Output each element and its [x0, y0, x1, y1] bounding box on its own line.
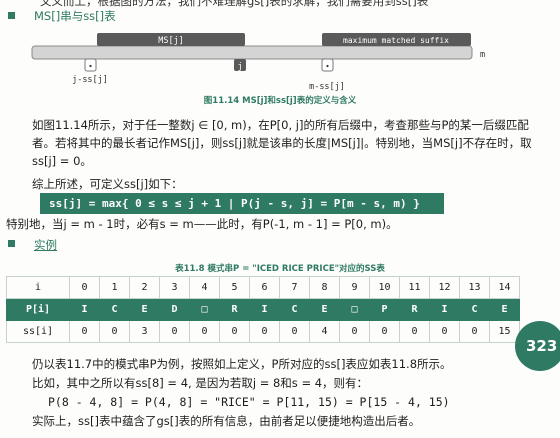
table-cell: R: [399, 298, 430, 321]
table-cell: 0: [219, 320, 250, 343]
table-cell: E: [489, 298, 520, 321]
row-header: ss[i]: [6, 320, 70, 343]
table-cell: 0: [429, 320, 460, 343]
table-cell: E: [309, 298, 340, 321]
formula-box: ss[j] = max{ 0 ≤ s ≤ j + 1 | P(j - s, j]…: [40, 193, 444, 214]
table-cell: I: [69, 298, 100, 321]
table-cell: P: [369, 298, 400, 321]
section-bullet-icon: [8, 240, 15, 247]
table-cell: □: [189, 298, 220, 321]
table-cell: 0: [369, 320, 400, 343]
paragraph-example-equation: P(8 - 4, 8] = P(4, 8] = "RICE" = P[11, 1…: [48, 395, 450, 409]
table-caption: 表11.8 模式串P = "ICED RICE PRICE"对应的SS表: [175, 264, 385, 274]
table-cell: C: [279, 298, 310, 321]
table-cell: 2: [129, 276, 160, 299]
table-cell: 8: [309, 276, 340, 299]
table-cell: 0: [339, 320, 370, 343]
table-cell: □: [339, 298, 370, 321]
table-cell: 0: [459, 320, 490, 343]
table-cell: 11: [399, 276, 430, 299]
table-cell: C: [459, 298, 490, 321]
table-cell: 0: [69, 276, 100, 299]
table-cell: 6: [249, 276, 280, 299]
table-cell: 0: [399, 320, 430, 343]
table-cell: R: [219, 298, 250, 321]
table-cell: I: [429, 298, 460, 321]
table-cell: 0: [279, 320, 310, 343]
table-cell: D: [159, 298, 190, 321]
m-label: m: [480, 50, 485, 60]
table-cell: 0: [159, 320, 190, 343]
paragraph-definition: 如图11.14所示，对于任一整数j ∈ [0, m)，在P[0, j]的所有后缀…: [32, 118, 532, 168]
table-cell: 1: [99, 276, 130, 299]
table-cell: 12: [429, 276, 460, 299]
table-cell: 9: [339, 276, 370, 299]
page-number-badge: 323: [515, 321, 560, 371]
paragraph-special-case: 特别地，当j = m - 1时，必有s = m——此时，有P(-1, m - 1…: [6, 217, 398, 231]
j-label: j: [237, 62, 242, 72]
table-cell: 10: [369, 276, 400, 299]
ms-ss-figure: MS[j] maximum matched suffix m j-ss[j] j…: [31, 33, 485, 92]
paragraph-summary: 综上所述，可定义ss[j]如下：: [32, 177, 183, 191]
table-cell: 14: [489, 276, 520, 299]
suffix-bar-label: maximum matched suffix: [343, 36, 449, 45]
table-cell: I: [249, 298, 280, 321]
figure-caption: 图11.14 MS[j]和ss[j]表的定义与含义: [203, 96, 357, 106]
row-header: P[i]: [6, 298, 70, 321]
section-title-example: 实例: [34, 238, 57, 252]
row-header: i: [6, 276, 70, 299]
table-cell: 0: [99, 320, 130, 343]
table-row: P[i] I C E D □ R I C E □ P R I C E: [6, 298, 520, 321]
table-cell: 13: [459, 276, 490, 299]
pattern-bar: [31, 45, 473, 60]
table-row: i 0 1 2 3 4 5 6 7 8 9 10 11 12 13 14: [6, 276, 520, 299]
table-cell: 5: [219, 276, 250, 299]
j-ss-label: j-ss[j]: [72, 75, 108, 85]
m-ss-label: m-ss[j]: [309, 82, 345, 92]
table-cell: 0: [249, 320, 280, 343]
paragraph-example-intro: 仍以表11.7中的模式串P为例，按照如上定义，P所对应的ss[]表应如表11.8…: [32, 357, 452, 371]
table-cell: E: [129, 298, 160, 321]
ms-bar-label: MS[j]: [158, 36, 184, 46]
table-cell: 3: [159, 276, 190, 299]
ss-table: i 0 1 2 3 4 5 6 7 8 9 10 11 12 13 14 P[i] I C E D □ R I C E □ P R I C E…: [6, 276, 520, 343]
table-cell: C: [99, 298, 130, 321]
table-cell: 3: [129, 320, 160, 343]
table-cell: 4: [189, 276, 220, 299]
table-cell: 0: [189, 320, 220, 343]
paragraph-conclusion: 实际上，ss[]表中蕴含了gs[]表的所有信息，由前者足以便捷地构造出后者。: [32, 414, 421, 428]
table-cell: 4: [309, 320, 340, 343]
table-cell: 0: [69, 320, 100, 343]
table-cell: 7: [279, 276, 310, 299]
paragraph-example-reason: 比如，其中之所以有ss[8] = 4, 是因为若取j = 8和s = 4，则有：: [32, 376, 369, 390]
table-row: ss[i] 0 0 3 0 0 0 0 0 4 0 0 0 0 0 15: [6, 320, 520, 343]
